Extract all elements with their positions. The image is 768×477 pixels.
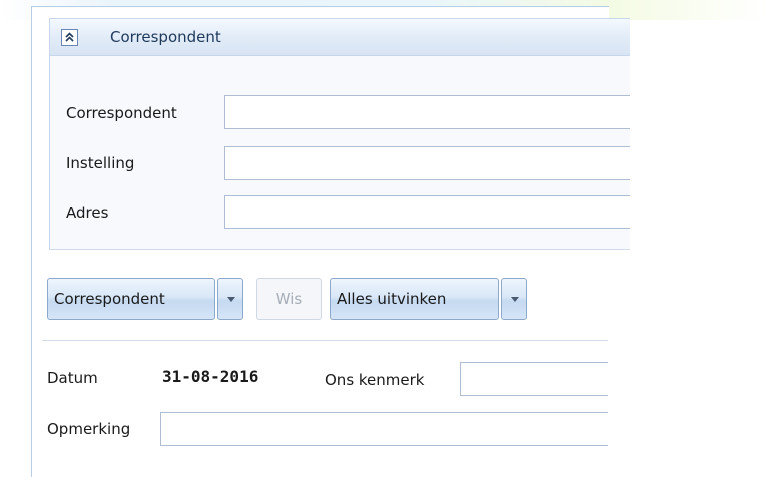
ons-kenmerk-label: Ons kenmerk xyxy=(325,371,425,389)
separator xyxy=(42,340,608,341)
opmerking-label: Opmerking xyxy=(47,420,131,438)
correspondent-field[interactable] xyxy=(224,95,630,129)
datum-value: 31-08-2016 xyxy=(162,367,259,386)
alles-uitvinken-button[interactable]: Alles uitvinken xyxy=(330,278,499,320)
opmerking-field[interactable] xyxy=(160,412,608,446)
wis-button[interactable]: Wis xyxy=(256,278,322,320)
adres-field[interactable] xyxy=(224,195,630,229)
adres-label: Adres xyxy=(66,204,109,222)
correspondent-group-header[interactable]: Correspondent xyxy=(50,19,630,56)
form-panel: Correspondent Correspondent Instelling A… xyxy=(31,6,630,477)
ons-kenmerk-field[interactable] xyxy=(460,362,608,396)
correspondent-label: Correspondent xyxy=(66,104,177,122)
group-title: Correspondent xyxy=(110,28,221,46)
double-chevron-up-icon[interactable] xyxy=(61,29,78,46)
chevron-down-icon xyxy=(227,297,235,302)
datum-label: Datum xyxy=(47,369,98,387)
correspondent-group: Correspondent Correspondent Instelling A… xyxy=(49,18,630,250)
alles-uitvinken-dropdown-button[interactable] xyxy=(501,278,527,320)
instelling-field[interactable] xyxy=(224,146,630,180)
correspondent-button[interactable]: Correspondent xyxy=(47,278,215,320)
chevron-down-icon xyxy=(511,297,519,302)
correspondent-dropdown-button[interactable] xyxy=(217,278,243,320)
instelling-label: Instelling xyxy=(66,154,135,172)
